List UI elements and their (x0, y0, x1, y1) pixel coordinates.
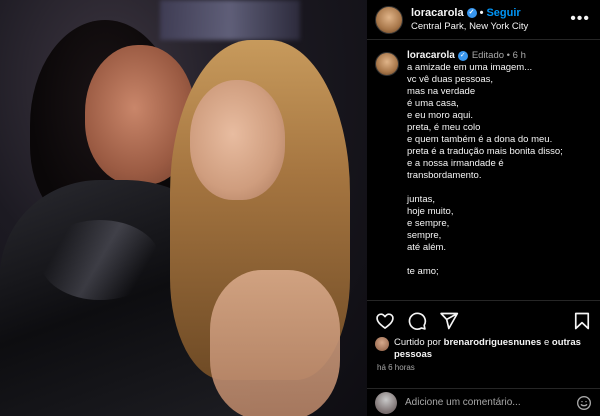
caption-line: e a nossa irmandade é (407, 158, 504, 169)
emoji-icon[interactable] (576, 395, 592, 411)
caption-line: sempre, (407, 230, 442, 241)
caption-body: loracarola ✓ Editado • 6 h a amizade em … (407, 50, 563, 278)
post-timestamp[interactable]: há 6 horas (377, 363, 415, 372)
header-text: loracarola ✓ • Seguir Central Park, New … (411, 7, 528, 33)
verified-icon: ✓ (457, 51, 468, 61)
caption-line: e eu moro aqui. (407, 110, 474, 121)
caption-avatar[interactable] (375, 52, 399, 76)
caption-text-block-c: te amo; (407, 266, 563, 278)
follow-button[interactable]: Seguir (486, 7, 520, 20)
comment-bar (367, 388, 600, 416)
caption-line: a amizade em uma imagem... (407, 62, 533, 73)
caption-line: é uma casa, (407, 98, 459, 109)
verified-icon: ✓ (466, 8, 477, 18)
post-location[interactable]: Central Park, New York City (411, 20, 528, 33)
post-photo[interactable] (0, 0, 367, 416)
caption-line: e sempre, (407, 218, 450, 229)
caption-line: e quem também é a dona do meu. (407, 134, 553, 145)
likes-summary: Curtido por brenarodriguesnunes e outras… (375, 337, 595, 361)
caption-meta: loracarola ✓ Editado • 6 h (407, 50, 563, 62)
caption-row: loracarola ✓ Editado • 6 h a amizade em … (375, 50, 590, 278)
caption-line: preta, é meu colo (407, 122, 481, 133)
comment-input[interactable] (405, 392, 576, 413)
post-side-panel: loracarola ✓ • Seguir Central Park, New … (367, 0, 600, 416)
header-title-row: loracarola ✓ • Seguir (411, 7, 528, 20)
caption-text-block-a: a amizade em uma imagem... vc vê duas pe… (407, 62, 563, 182)
viewer-avatar (375, 391, 397, 414)
share-icon[interactable] (439, 311, 459, 331)
caption-line: hoje muito, (407, 206, 454, 217)
caption-line: transbordamento. (407, 170, 482, 181)
likes-middle: e (543, 337, 550, 348)
author-avatar[interactable] (375, 5, 403, 34)
caption-line: preta é a tradução mais bonita disso; (407, 146, 563, 157)
heart-icon[interactable] (375, 311, 395, 331)
bookmark-icon[interactable] (572, 311, 592, 331)
caption-line: até além. (407, 242, 447, 253)
caption-text-block-b: juntas, hoje muito, e sempre, sempre, at… (407, 194, 563, 254)
comment-icon[interactable] (407, 311, 427, 331)
author-username[interactable]: loracarola (411, 7, 464, 20)
post-actions (367, 300, 600, 340)
caption-gap (407, 254, 563, 266)
caption-line: juntas, (407, 194, 435, 205)
caption-edited-label: Editado • 6 h (471, 50, 526, 61)
caption-line: te amo; (407, 266, 439, 277)
caption-area[interactable]: loracarola ✓ Editado • 6 h a amizade em … (367, 44, 600, 298)
caption-line: vc vê duas pessoas, (407, 74, 494, 85)
caption-gap (407, 182, 563, 194)
caption-line: mas na verdade (407, 86, 476, 97)
liker-avatar[interactable] (375, 337, 389, 351)
post-header: loracarola ✓ • Seguir Central Park, New … (367, 0, 600, 40)
caption-username[interactable]: loracarola (407, 50, 455, 62)
background-lights (160, 0, 300, 40)
more-icon[interactable]: ••• (570, 10, 590, 28)
arm (210, 270, 340, 416)
likes-prefix: Curtido por (394, 337, 441, 348)
likes-text: Curtido por brenarodriguesnunes e outras… (394, 337, 595, 361)
separator-dot: • (479, 6, 484, 19)
liker-username[interactable]: brenarodriguesnunes (444, 337, 542, 348)
right-person-face (190, 80, 285, 200)
